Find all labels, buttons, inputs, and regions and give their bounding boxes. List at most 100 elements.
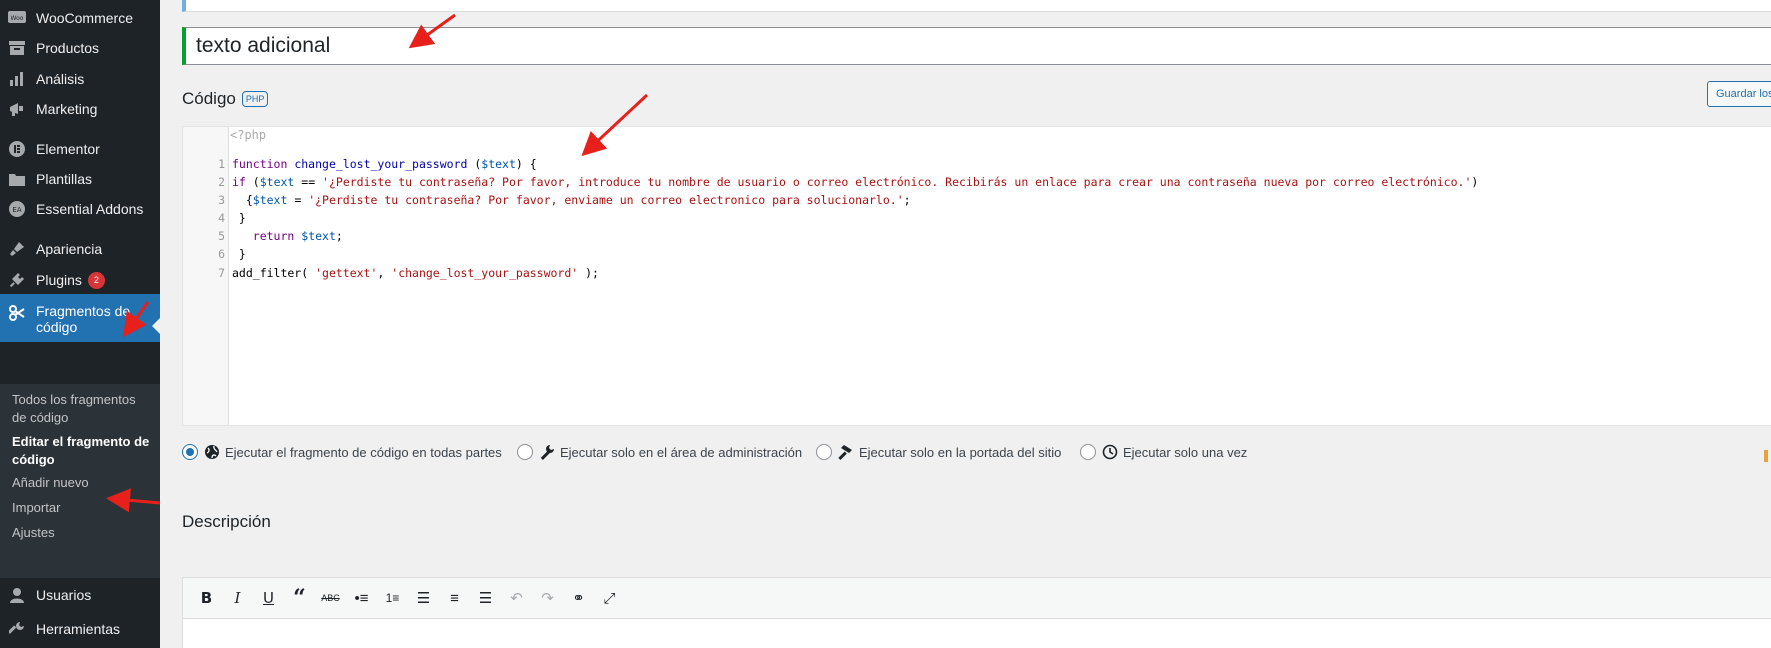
line-number: 2 (218, 175, 225, 189)
notice-strip (182, 0, 1771, 12)
megaphone-icon (7, 99, 27, 119)
woo-icon: Woo (7, 8, 27, 28)
admin-sidebar: Woo WooCommerce Productos Análisis Marke… (0, 0, 160, 648)
scope-option-once[interactable]: Ejecutar solo una vez (1080, 444, 1247, 460)
fullscreen-icon[interactable]: ⤢ (594, 584, 625, 612)
code-heading-label: Código (182, 89, 236, 108)
plugin-icon (7, 270, 27, 290)
snippet-title-input[interactable] (182, 27, 1771, 65)
code-text: } (232, 247, 246, 261)
code-section-heading: Código PHP (182, 89, 269, 109)
radio-button[interactable] (1080, 444, 1096, 460)
submenu-all-snippets[interactable]: Todos los fragmentos de código (12, 391, 152, 427)
elementor-icon (7, 139, 27, 159)
sidebar-item-analisis[interactable]: Análisis (0, 62, 160, 96)
globe-icon (204, 444, 220, 460)
scissors-icon (7, 303, 27, 323)
sidebar-item-label: Fragmentos de código (36, 303, 131, 335)
sidebar-item-marketing[interactable]: Marketing (0, 92, 160, 126)
blockquote-icon[interactable]: “ (284, 584, 315, 612)
wrench-icon (7, 619, 27, 639)
scope-option-label: Ejecutar solo una vez (1123, 444, 1248, 460)
update-count-badge: 2 (87, 271, 105, 289)
user-icon (7, 585, 27, 605)
description-editor[interactable] (182, 618, 1771, 648)
sidebar-item-apariencia[interactable]: Apariencia (0, 232, 160, 266)
link-icon[interactable]: ⚭ (563, 584, 594, 612)
submenu-import[interactable]: Importar (12, 499, 152, 517)
code-line: 5 return $text; (183, 227, 343, 245)
sidebar-item-plugins[interactable]: Plugins 2 (0, 263, 160, 297)
scope-option-front[interactable]: Ejecutar solo en la portada del sitio (816, 444, 1061, 460)
line-number: 7 (218, 266, 225, 280)
sidebar-item-label: Essential Addons (36, 201, 144, 217)
annotation-mark-right (1764, 450, 1768, 462)
clock-icon (1102, 444, 1118, 460)
code-line: 6 } (183, 245, 246, 263)
radio-button[interactable] (517, 444, 533, 460)
wrench-icon (539, 444, 555, 460)
sidebar-item-productos[interactable]: Productos (0, 31, 160, 65)
align-right-icon[interactable]: ☰ (470, 584, 501, 612)
scope-option-label: Ejecutar solo en el área de administraci… (560, 444, 803, 460)
sidebar-item-label: Elementor (36, 141, 100, 157)
code-line: 2 if ($text == '¿Perdiste tu contraseña? … (183, 173, 1478, 191)
submenu-add-new[interactable]: Añadir nuevo (12, 474, 152, 492)
code-editor[interactable]: <?php 1 function change_lost_your_passwor… (182, 126, 1771, 426)
php-open-tag: <?php (230, 128, 267, 142)
scope-option-everywhere[interactable]: Ejecutar el fragmento de código en todas… (182, 444, 502, 460)
sidebar-submenu: Todos los fragmentos de código Editar el… (0, 384, 160, 578)
sidebar-item-label: Plantillas (36, 171, 93, 187)
redo-icon[interactable]: ↷ (532, 584, 563, 612)
radio-button[interactable] (816, 444, 832, 460)
sidebar-item-elementor[interactable]: Elementor (0, 132, 160, 166)
svg-text:EA: EA (12, 206, 21, 214)
code-text: function change_lost_your_password ($tex… (232, 157, 537, 171)
scope-option-label: Ejecutar el fragmento de código en todas… (225, 444, 502, 460)
underline-icon[interactable]: U (253, 584, 284, 612)
language-badge: PHP (241, 91, 269, 107)
svg-text:Woo: Woo (11, 15, 24, 22)
submenu-settings[interactable]: Ajustes (12, 524, 152, 542)
sidebar-item-label: WooCommerce (36, 10, 133, 26)
submenu-edit-snippet[interactable]: Editar el fragmento de código (12, 433, 152, 469)
sidebar-item-label: Usuarios (36, 587, 92, 603)
brush-icon (7, 239, 27, 259)
sidebar-item-label: Productos (36, 40, 100, 56)
line-number: 6 (218, 247, 225, 261)
save-button[interactable]: Guardar los (1707, 81, 1771, 107)
align-center-icon[interactable]: ≡ (439, 584, 470, 612)
undo-icon[interactable]: ↶ (501, 584, 532, 612)
hammer-icon (838, 444, 854, 460)
code-line: 4 } (183, 209, 246, 227)
sidebar-item-woocommerce[interactable]: Woo WooCommerce (0, 1, 160, 35)
sidebar-item-label: Plugins (36, 272, 82, 288)
code-text: add_filter( 'gettext', 'change_lost_your… (232, 266, 599, 280)
scope-option-label: Ejecutar solo en la portada del sitio (859, 444, 1062, 460)
line-number: 4 (218, 211, 225, 225)
code-line: 3 {$text = '¿Perdiste tu contraseña? Por… (183, 191, 911, 209)
line-number: 1 (218, 157, 225, 171)
description-heading: Descripción (182, 512, 271, 531)
code-text: } (232, 211, 246, 225)
sidebar-item-plantillas[interactable]: Plantillas (0, 162, 160, 196)
line-number: 3 (218, 193, 225, 207)
bullet-list-icon[interactable]: •≡ (346, 584, 377, 612)
code-text: {$text = '¿Perdiste tu contraseña? Por f… (232, 193, 911, 207)
scope-option-admin[interactable]: Ejecutar solo en el área de administraci… (517, 444, 802, 460)
bold-icon[interactable]: B (191, 584, 222, 612)
strikethrough-icon[interactable]: ABC (315, 584, 346, 612)
sidebar-item-usuarios[interactable]: Usuarios (0, 578, 160, 612)
numbered-list-icon[interactable]: 1≡ (377, 584, 408, 612)
ea-icon: EA (7, 199, 27, 219)
align-left-icon[interactable]: ☰ (408, 584, 439, 612)
sidebar-item-label: Herramientas (36, 621, 121, 637)
sidebar-item-essential-addons[interactable]: EA Essential Addons (0, 192, 160, 226)
sidebar-item-herramientas[interactable]: Herramientas (0, 612, 160, 646)
sidebar-item-fragmentos[interactable]: Fragmentos de código (0, 294, 160, 342)
italic-icon[interactable]: I (222, 584, 253, 612)
code-text: if ($text == '¿Perdiste tu contraseña? P… (232, 175, 1479, 189)
sidebar-item-label: Análisis (36, 71, 85, 87)
radio-button[interactable] (182, 444, 198, 460)
sidebar-item-label: Apariencia (36, 241, 103, 257)
